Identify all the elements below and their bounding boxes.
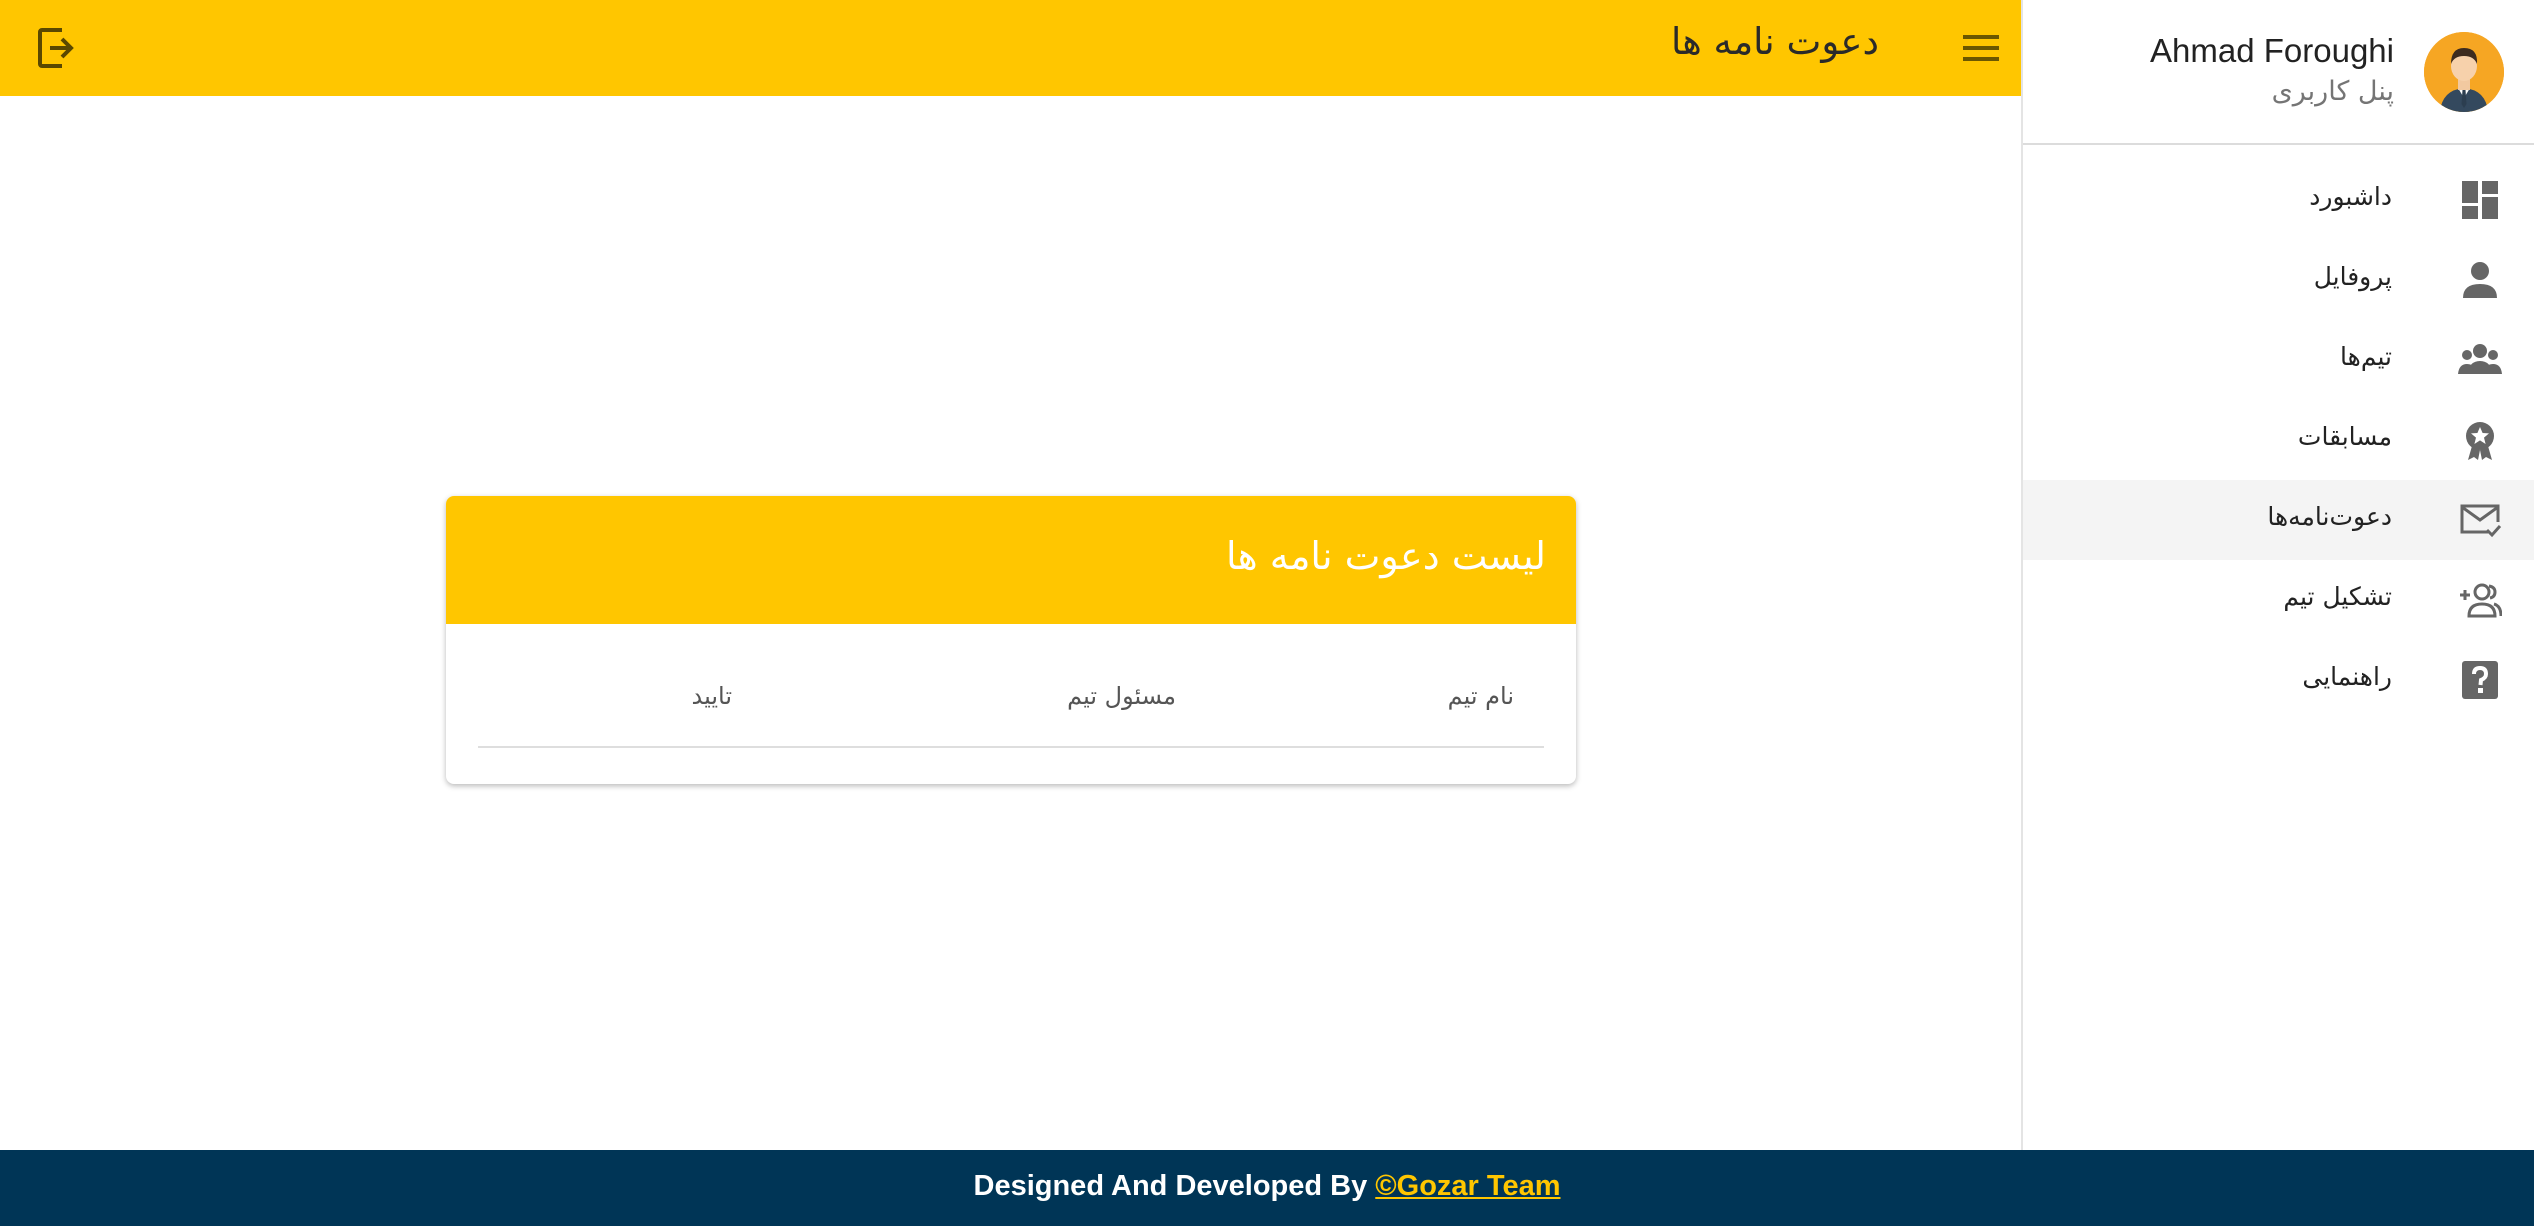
footer-prefix: Designed And Developed By [973,1170,1376,1202]
sidebar-item-label: داشبورد [2309,182,2392,211]
sidebar-item-label: تیم‌ها [2340,342,2392,371]
sidebar: Ahmad Foroughi پنل کاربری داشبورد پروفای… [2021,0,2534,1150]
sidebar-item-label: پروفایل [2313,262,2392,291]
mail-check-icon [2458,500,2502,540]
invitations-table-header: نام تیم مسئول تیم تایید [478,624,1544,748]
sidebar-item-invitations[interactable]: دعوت‌نامه‌ها [2023,480,2534,560]
user-name: Ahmad Foroughi [2150,32,2394,69]
sidebar-item-label: راهنمایی [2302,662,2392,691]
column-header-confirm: تایید [691,682,732,710]
invitations-card: لیست دعوت نامه ها نام تیم مسئول تیم تایی… [446,496,1576,784]
sidebar-item-dashboard[interactable]: داشبورد [2023,160,2534,240]
sidebar-item-label: تشکیل تیم [2283,582,2392,611]
column-header-team-name: نام تیم [1447,682,1514,710]
footer-team-link[interactable]: ©Gozar Team [1375,1170,1560,1202]
card-title: لیست دعوت نامه ها [1226,534,1546,578]
footer: Designed And Developed By ©Gozar Team [0,1150,2534,1226]
group-add-icon [2458,580,2503,620]
sidebar-nav: داشبورد پروفایل [2023,160,2534,720]
user-avatar-icon [2424,32,2504,112]
top-app-bar: دعوت نامه ها [0,0,2021,96]
sidebar-item-profile[interactable]: پروفایل [2023,240,2534,320]
dashboard-icon [2458,180,2502,220]
footer-text: Designed And Developed By ©Gozar Team [974,1170,1561,1203]
app-root: دعوت نامه ها Ahmad Foroughi پنل کاربری د… [0,0,2534,1226]
sidebar-item-competitions[interactable]: مسابقات [2023,400,2534,480]
page-title: دعوت نامه ها [1670,20,1879,63]
help-icon [2458,660,2502,700]
sidebar-item-label: مسابقات [2297,422,2392,451]
user-role: پنل کاربری [2271,76,2394,107]
card-header: لیست دعوت نامه ها [446,496,1576,624]
user-profile: Ahmad Foroughi پنل کاربری [2023,0,2534,145]
logout-icon[interactable] [36,26,76,70]
sidebar-item-help[interactable]: راهنمایی [2023,640,2534,720]
sidebar-item-teams[interactable]: تیم‌ها [2023,320,2534,400]
hamburger-menu-icon[interactable] [1961,30,2001,66]
group-icon [2458,340,2502,380]
column-header-team-lead: مسئول تیم [1067,682,1176,710]
sidebar-item-create-team[interactable]: تشکیل تیم [2023,560,2534,640]
award-icon [2458,420,2502,460]
sidebar-item-label: دعوت‌نامه‌ها [2267,502,2392,531]
person-icon [2458,260,2502,300]
